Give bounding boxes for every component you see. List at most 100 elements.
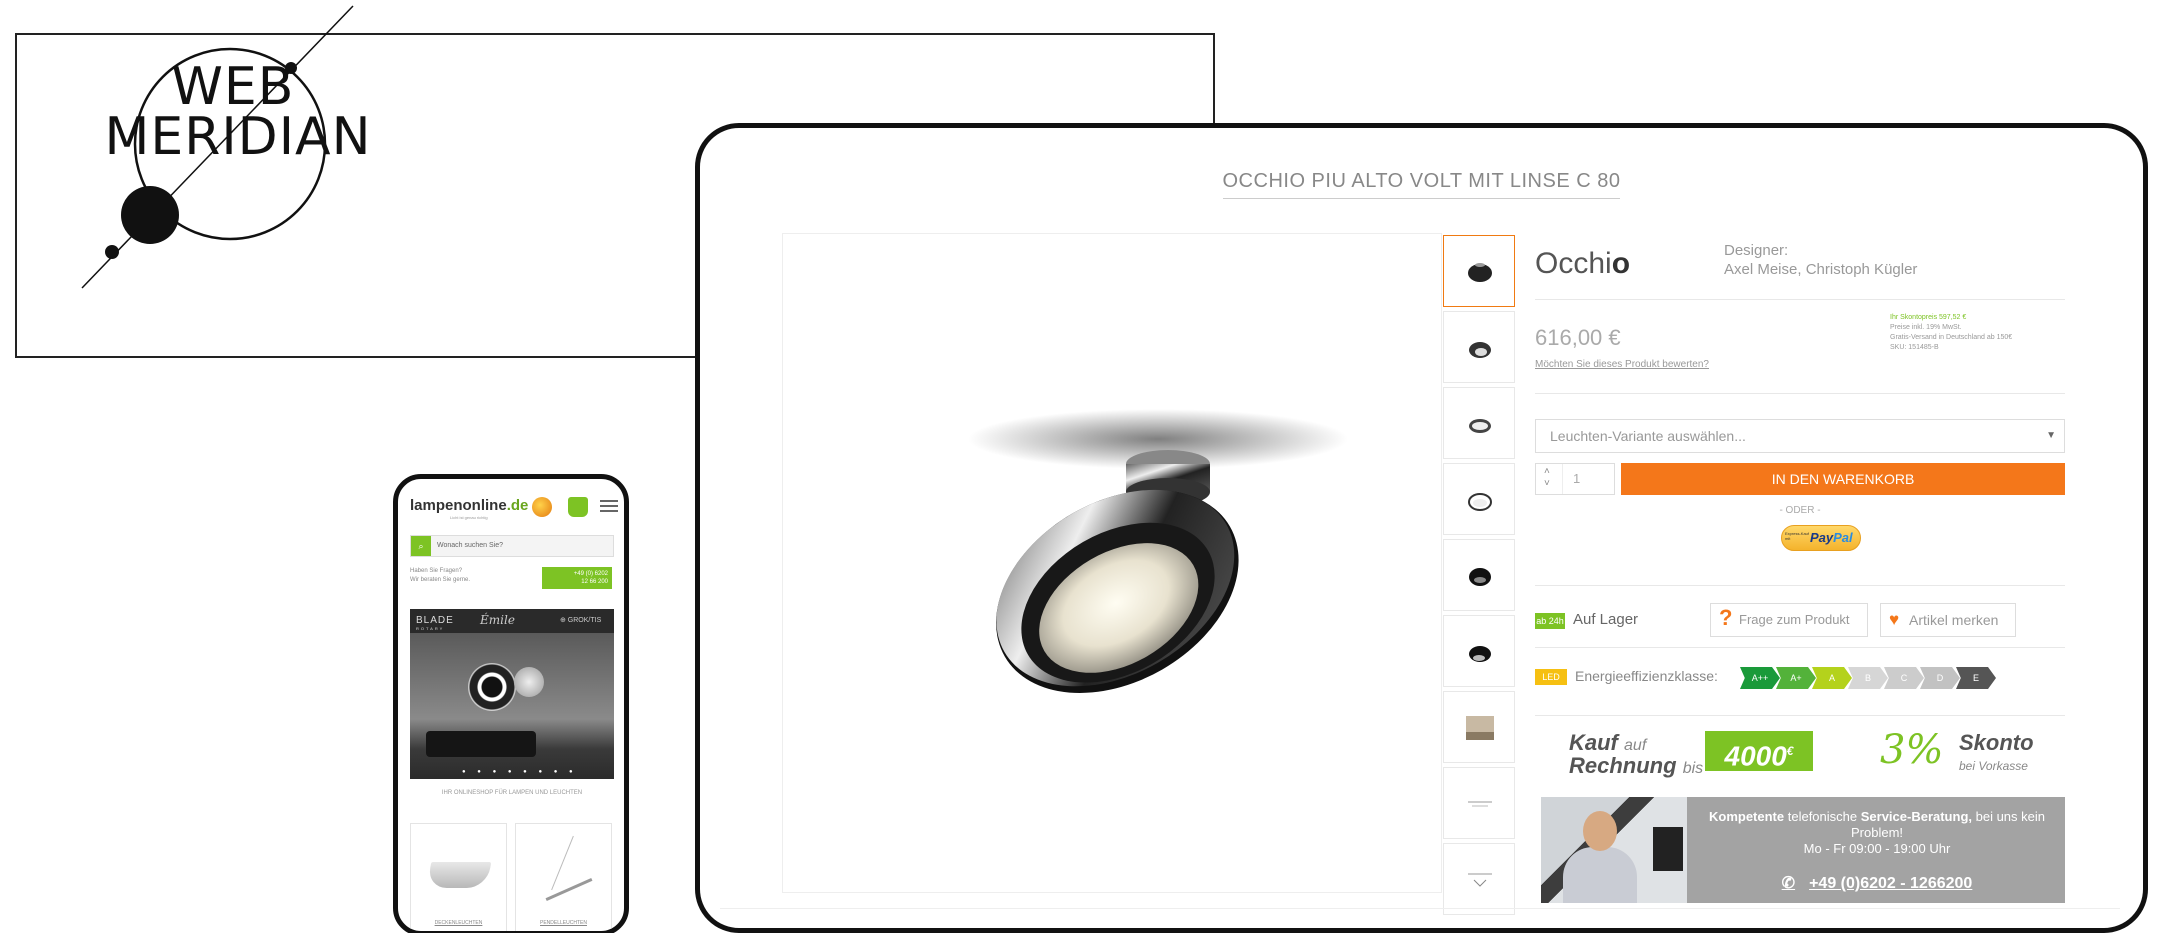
thumbnail-9[interactable] — [1443, 843, 1515, 915]
thumbnail-7[interactable] — [1443, 691, 1515, 763]
shop-logo[interactable]: lampenonline.de — [410, 497, 528, 514]
service-phone-link[interactable]: ✆ +49 (0)6202 - 1266200 — [1689, 873, 2065, 893]
tax-line: Preise inkl. 19% MwSt. — [1890, 324, 1962, 331]
phone-number-line-2: 12 66 200 — [581, 579, 608, 585]
auf-word: auf — [1624, 737, 1647, 754]
service-text: Kompetente telefonische Service-Beratung… — [1689, 809, 2065, 857]
skonto-percentage: 3% — [1880, 727, 1944, 773]
paypal-express-label: Express-Kauf mit — [1785, 531, 1809, 541]
thumbnail-8[interactable] — [1443, 767, 1515, 839]
banner-brand: BLADE ROTARY — [416, 615, 454, 631]
thumbnail-1[interactable] — [1443, 235, 1515, 307]
agent-monitor — [1653, 827, 1683, 871]
question-line-1: Haben Sie Fragen? — [410, 568, 463, 574]
bulb-icon — [532, 497, 552, 517]
rate-product-link[interactable]: Möchten Sie dieses Produkt bewerten? — [1535, 359, 1709, 370]
paypal-logo-pay: Pay — [1810, 530, 1834, 545]
invoice-promo-text: Kauf auf Rechnung bis — [1569, 730, 1704, 779]
service-hours: Mo - Fr 09:00 - 19:00 Uhr — [1803, 841, 1951, 856]
question-text: Haben Sie Fragen? Wir beraten Sie gerne. — [410, 567, 510, 585]
phone-icon: ✆ — [1781, 875, 1796, 892]
brand-name-light: Occhi — [1535, 247, 1612, 280]
variant-placeholder: Leuchten-Variante auswählen... — [1550, 428, 1746, 444]
web-meridian-logo: WEB MERIDIAN — [81, 5, 370, 289]
category-card-pendant[interactable]: PENDELLEUCHTEN — [515, 823, 612, 931]
shipping-line: Gratis-Versand in Deutschland ab 150€ — [1890, 334, 2013, 341]
search-placeholder: Wonach suchen Sie? — [437, 542, 504, 549]
divider — [1535, 715, 2065, 716]
shop-caption: IHR ONLINESHOP FÜR LAMPEN UND LEUCHTEN — [441, 790, 583, 796]
page-stage: WEB MERIDIAN lampenonline.de Licht ist g… — [0, 0, 2158, 933]
agent-body — [1563, 847, 1637, 903]
paypal-logo-pal: Pal — [1833, 530, 1853, 545]
category-card-ceiling[interactable]: DECKENLEUCHTEN — [410, 823, 507, 931]
product-main-image[interactable] — [782, 233, 1442, 893]
banner-sofa — [426, 731, 536, 757]
kauf-word: Kauf — [1569, 730, 1618, 755]
question-line-2: Wir beraten Sie gerne. — [410, 577, 471, 583]
sku-line: SKU: 151485-B — [1890, 344, 1939, 351]
phone-number-line-1: +49 (0) 6202 — [573, 571, 608, 577]
banner-script: Émile — [480, 613, 515, 627]
bis-word: bis — [1682, 760, 1704, 777]
led-badge: LED — [1535, 669, 1567, 685]
thumbnail-6[interactable] — [1443, 615, 1515, 687]
price-details: Ihr Skontopreis 597,52 € Preise inkl. 19… — [1890, 313, 2012, 353]
cart-bag-icon[interactable] — [568, 497, 588, 517]
shop-logo-tld: .de — [506, 497, 529, 514]
search-icon[interactable]: ⌕ — [411, 536, 431, 556]
energy-class-1: A++ — [1740, 667, 1780, 689]
page-bottom-divider — [720, 908, 2120, 909]
wishlist-label: Artikel merken — [1909, 612, 1999, 628]
skonto-promo-text: Skonto bei Vorkasse — [1959, 730, 2034, 776]
energy-class-2: A+ — [1776, 667, 1816, 689]
shop-logo-text: lampenonline — [410, 497, 507, 514]
add-to-cart-button[interactable]: IN DEN WARENKORB — [1621, 463, 2065, 495]
ceiling-lamp-image — [426, 862, 492, 888]
energy-class-7: E — [1956, 667, 1996, 689]
rechnung-word: Rechnung — [1569, 753, 1677, 778]
banner-pagination-dots[interactable]: ● ● ● ● ● ● ● ● — [462, 769, 578, 775]
invoice-amount: 4000 — [1724, 740, 1787, 772]
ask-question-label: Frage zum Produkt — [1739, 612, 1850, 627]
mobile-header: lampenonline.de Licht ist genau richtig — [410, 493, 622, 523]
skonto-word: Skonto — [1959, 730, 2034, 755]
divider — [1535, 393, 2065, 394]
variant-select[interactable]: Leuchten-Variante auswählen... ▼ — [1535, 419, 2065, 453]
energy-class-3: A — [1812, 667, 1852, 689]
pendant-lamp-image — [545, 877, 593, 902]
stock-text: Auf Lager — [1573, 611, 1639, 628]
desktop-mockup: OCCHIO PIU ALTO VOLT MIT LINSE C 80 Occh… — [695, 123, 2148, 933]
energy-class-4: B — [1848, 667, 1888, 689]
or-separator: - ODER - — [1779, 505, 1821, 516]
mobile-search-input[interactable]: ⌕ Wonach suchen Sie? — [410, 535, 614, 557]
phone-call-button[interactable]: +49 (0) 6202 12 66 200 — [542, 567, 612, 589]
skonto-sub: bei Vorkasse — [1959, 759, 2028, 773]
hamburger-menu-icon[interactable] — [600, 500, 618, 512]
service-bold-1: Kompetente — [1709, 809, 1785, 824]
thumbnail-4[interactable] — [1443, 463, 1515, 535]
divider — [1535, 299, 2065, 300]
thumbnail-5[interactable] — [1443, 539, 1515, 611]
chevron-down-icon: ▼ — [2046, 430, 2056, 441]
paypal-express-button[interactable]: Express-Kauf mit PayPal — [1781, 525, 1861, 551]
brand-name[interactable]: Occhio — [1535, 247, 1630, 281]
ask-question-button[interactable]: ? Frage zum Produkt — [1710, 603, 1868, 637]
heart-icon: ♥ — [1889, 610, 1900, 629]
divider — [1535, 647, 2065, 648]
product-price: 616,00 € — [1535, 325, 1621, 350]
quantity-stepper[interactable]: ˄ ˅ 1 — [1535, 463, 1615, 495]
hero-banner[interactable]: BLADE ROTARY Émile ⊕ GROK/TIS ● ● ● ● ● ●… — [410, 609, 614, 779]
paypal-express-line-2: mit — [1785, 536, 1791, 541]
add-to-wishlist-button[interactable]: ♥ Artikel merken — [1880, 603, 2016, 637]
stepper-arrows-icon[interactable]: ˄ ˅ — [1544, 466, 1550, 490]
quantity-value[interactable]: 1 — [1562, 464, 1602, 494]
category-label[interactable]: PENDELLEUCHTEN — [516, 920, 611, 926]
energy-label: Energieeffizienzklasse: — [1575, 668, 1718, 684]
category-label[interactable]: DECKENLEUCHTEN — [411, 920, 506, 926]
service-phone-number[interactable]: +49 (0)6202 - 1266200 — [1809, 875, 1972, 892]
thumbnail-2[interactable] — [1443, 311, 1515, 383]
designer-label: Designer: — [1724, 242, 1789, 259]
service-bold-2: Service-Beratung, — [1860, 809, 1972, 824]
thumbnail-3[interactable] — [1443, 387, 1515, 459]
